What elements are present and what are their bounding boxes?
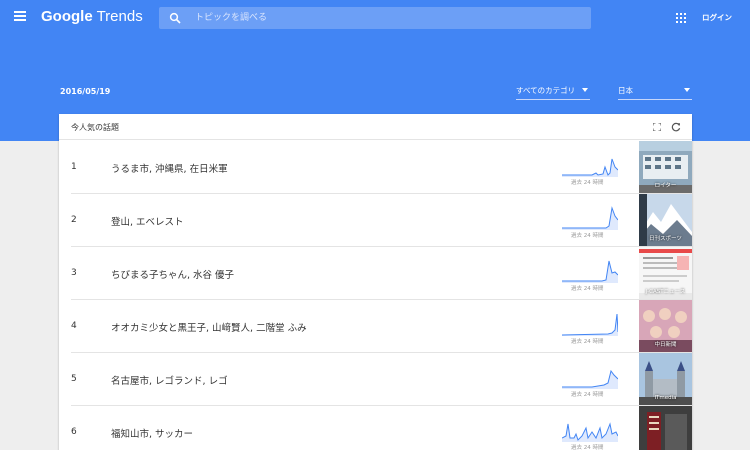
brand-trends: Trends — [96, 8, 143, 25]
trend-rank: 3 — [71, 268, 77, 278]
search-box[interactable] — [159, 7, 591, 29]
sparkline-label: 過去 24 時間 — [571, 180, 604, 186]
news-source: ロイター — [654, 183, 677, 189]
top-bar: Google Trends ログイン — [0, 0, 750, 36]
trend-row[interactable]: 4 オオカミ少女と黒王子, 山﨑賢人, 二階堂 ふみ 過去 24 時間 中日新聞 — [71, 300, 692, 353]
trend-row[interactable]: 5 名古屋市, レゴランド, レゴ 過去 24 時間 ITmedia — [71, 353, 692, 406]
news-source: 中日新聞 — [654, 342, 677, 348]
apps-grid-icon[interactable] — [676, 13, 686, 23]
brand-google: Google — [41, 8, 93, 25]
trend-rank: 1 — [71, 162, 77, 172]
dropdown-arrow-icon — [684, 88, 690, 92]
category-select[interactable]: すべてのカテゴリ — [516, 82, 590, 100]
trend-title: ちびまる子ちゃん, 水谷 優子 — [111, 270, 235, 281]
news-source: 日刊スポーツ — [649, 236, 682, 242]
sparkline-label: 過去 24 時間 — [571, 233, 604, 239]
news-source: ITmedia — [654, 395, 677, 401]
news-thumbnail[interactable]: ITmedia — [639, 353, 692, 405]
search-input[interactable] — [195, 7, 575, 29]
trend-rank: 4 — [71, 321, 77, 331]
trend-title: オオカミ少女と黒王子, 山﨑賢人, 二階堂 ふみ — [111, 323, 307, 334]
sparkline-label: 過去 24 時間 — [571, 392, 604, 398]
trend-rank: 6 — [71, 427, 77, 437]
sparkline — [562, 313, 618, 336]
hamburger-menu-icon[interactable] — [14, 11, 26, 21]
trend-title: 登山, エベレスト — [111, 217, 184, 228]
trend-rank: 2 — [71, 215, 77, 225]
country-select[interactable]: 日本 — [618, 82, 692, 100]
trend-row[interactable]: 3 ちびまる子ちゃん, 水谷 優子 過去 24 時間 J-CASTニュース — [71, 247, 692, 300]
sparkline — [562, 260, 618, 283]
sparkline — [562, 422, 618, 442]
trend-title: 福知山市, サッカー — [111, 429, 194, 440]
news-thumbnail[interactable]: ロイター — [639, 141, 692, 193]
sparkline — [562, 158, 618, 177]
trend-row[interactable]: 1 うるま市, 沖縄県, 在日米軍 過去 24 時間 ロイター — [71, 141, 692, 194]
card-header: 今人気の話題 — [59, 114, 692, 140]
sparkline-label: 過去 24 時間 — [571, 445, 604, 450]
sparkline-label: 過去 24 時間 — [571, 339, 604, 345]
trend-row[interactable]: 6 福知山市, サッカー 過去 24 時間 — [71, 406, 692, 450]
dropdown-arrow-icon — [582, 88, 588, 92]
trend-title: うるま市, 沖縄県, 在日米軍 — [111, 164, 228, 175]
news-thumbnail[interactable]: 日刊スポーツ — [639, 194, 692, 246]
refresh-icon[interactable] — [671, 122, 681, 132]
sparkline — [562, 369, 618, 389]
trend-rank: 5 — [71, 374, 77, 384]
sign-photo-image — [639, 406, 692, 450]
trending-stories-card: 今人気の話題 1 うるま市, 沖縄県, 在日米軍 過去 24 時間 ロイター 2… — [59, 114, 692, 450]
country-select-value: 日本 — [618, 86, 633, 95]
sparkline — [562, 206, 618, 230]
login-button[interactable]: ログイン — [702, 12, 732, 23]
news-source: J-CASTニュース — [645, 289, 686, 295]
trend-row[interactable]: 2 登山, エベレスト 過去 24 時間 日刊スポーツ — [71, 194, 692, 247]
trend-title: 名古屋市, レゴランド, レゴ — [111, 376, 228, 387]
sparkline-label: 過去 24 時間 — [571, 286, 604, 292]
brand-logo[interactable]: Google Trends — [41, 8, 143, 25]
date-label: 2016/05/19 — [60, 87, 111, 96]
news-thumbnail[interactable]: J-CASTニュース — [639, 247, 692, 299]
news-thumbnail[interactable]: 中日新聞 — [639, 300, 692, 352]
card-title: 今人気の話題 — [71, 123, 119, 132]
search-icon — [169, 12, 181, 24]
category-select-value: すべてのカテゴリ — [516, 86, 576, 95]
fullscreen-icon[interactable] — [653, 123, 661, 131]
news-thumbnail[interactable] — [639, 406, 692, 450]
